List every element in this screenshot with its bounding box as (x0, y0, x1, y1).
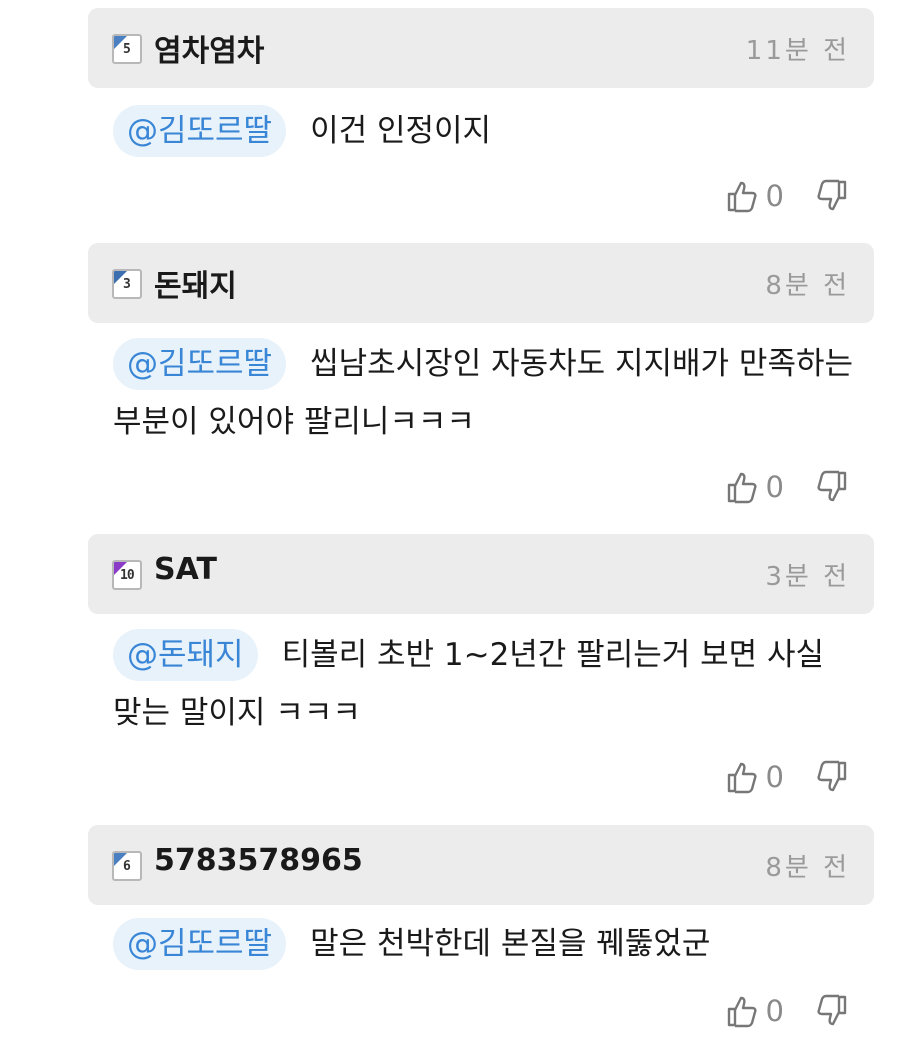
comment-timestamp: 3분 전 (765, 562, 850, 592)
reaction-bar: 0 (726, 465, 848, 509)
comment-item: 3 돈돼지 8분 전 @김또르딸 씹남초시장인 자동차도 지지배가 만족하는 부분… (0, 243, 900, 518)
reaction-bar: 0 (726, 174, 848, 218)
comment-body: @김또르딸 씹남초시장인 자동차도 지지배가 만족하는 부분이 있어야 팔리니ㅋㅋ… (113, 335, 858, 451)
thumbs-down-icon[interactable] (814, 179, 848, 213)
level-badge-icon: 10 (112, 560, 142, 590)
reaction-bar: 0 (726, 989, 848, 1033)
comment-text: 이건 인정이지 (310, 113, 492, 149)
comment-body: @김또르딸 말은 천박한데 본질을 꿰뚫었군 (113, 915, 858, 973)
like-count: 0 (765, 994, 784, 1028)
comment-header: 6 5783578965 8분 전 (88, 825, 874, 905)
level-badge-icon: 5 (112, 34, 142, 64)
reaction-bar: 0 (726, 755, 848, 799)
comment-header: 5 염차염차 11분 전 (88, 8, 874, 88)
thumbs-up-icon[interactable] (726, 994, 760, 1028)
thumbs-up-icon[interactable] (726, 760, 760, 794)
like-count: 0 (765, 470, 784, 504)
comment-timestamp: 11분 전 (745, 36, 850, 66)
comment-username[interactable]: 5783578965 (154, 843, 363, 878)
comment-username[interactable]: 돈돼지 (154, 261, 237, 305)
comment-item: 10 SAT 3분 전 @돈돼지 티볼리 초반 1~2년간 팔리는거 보면 사실 … (0, 534, 900, 809)
comment-timestamp: 8분 전 (765, 853, 850, 883)
thumbs-up-icon[interactable] (726, 470, 760, 504)
thumbs-down-icon[interactable] (814, 760, 848, 794)
thumbs-down-icon[interactable] (814, 470, 848, 504)
thumbs-down-icon[interactable] (814, 994, 848, 1028)
comment-timestamp: 8분 전 (765, 271, 850, 301)
comment-header: 10 SAT 3분 전 (88, 534, 874, 614)
thumbs-up-icon[interactable] (726, 179, 760, 213)
mention-tag[interactable]: @김또르딸 (113, 918, 287, 970)
comment-body: @돈돼지 티볼리 초반 1~2년간 팔리는거 보면 사실 맞는 말이지 ㅋㅋㅋ (113, 626, 858, 742)
level-badge-icon: 6 (112, 851, 142, 881)
like-count: 0 (765, 760, 784, 794)
mention-tag[interactable]: @김또르딸 (113, 338, 287, 390)
mention-tag[interactable]: @돈돼지 (113, 629, 258, 681)
like-count: 0 (765, 179, 784, 213)
level-badge-icon: 3 (112, 269, 142, 299)
comment-item: 6 5783578965 8분 전 @김또르딸 말은 천박한데 본질을 꿰뚫었군 … (0, 825, 900, 1047)
comment-body: @김또르딸 이건 인정이지 (113, 102, 858, 160)
comment-username[interactable]: 염차염차 (154, 26, 264, 70)
comment-header: 3 돈돼지 8분 전 (88, 243, 874, 323)
comment-text: 말은 천박한데 본질을 꿰뚫었군 (310, 926, 711, 962)
comment-username[interactable]: SAT (154, 552, 217, 587)
mention-tag[interactable]: @김또르딸 (113, 105, 287, 157)
comment-item: 5 염차염차 11분 전 @김또르딸 이건 인정이지 0 (0, 8, 900, 228)
